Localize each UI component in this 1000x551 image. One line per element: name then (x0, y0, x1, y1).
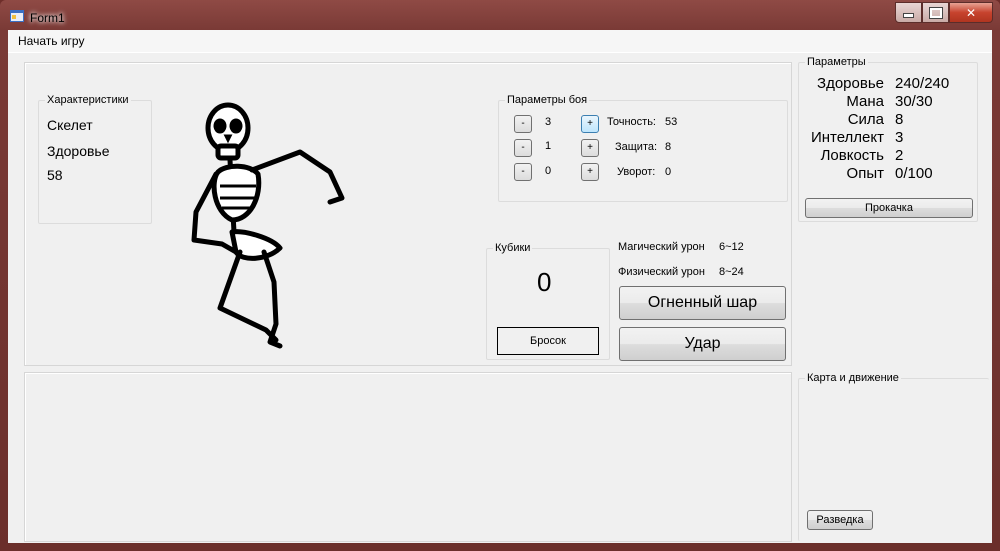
app-window: Form1 ✕ Начать игру Характеристики Скеле… (0, 0, 1000, 551)
parameters-group: Параметры Здоровье 240/240 Мана 30/30 Си… (798, 56, 978, 222)
dice-group: Кубики 0 Бросок (486, 242, 610, 360)
enemy-name: Скелет (47, 117, 93, 133)
strike-button[interactable]: Удар (619, 327, 786, 361)
characteristics-group: Характеристики Скелет Здоровье 58 (38, 94, 152, 224)
defense-label: Защита: (615, 141, 658, 153)
param-agility-label: Ловкость (820, 147, 884, 164)
dodge-points: 0 (545, 165, 552, 177)
roll-button[interactable]: Бросок (497, 327, 599, 355)
defense-value: 8 (665, 141, 672, 153)
window-title: Form1 (30, 11, 65, 25)
dodge-value: 0 (665, 166, 672, 178)
param-mana-value: 30/30 (895, 93, 933, 110)
minimize-button[interactable] (895, 2, 922, 23)
defense-points: 1 (545, 140, 552, 152)
enemy-health-value: 58 (47, 167, 63, 183)
accuracy-points: 3 (545, 116, 552, 128)
param-strength-value: 8 (895, 111, 904, 128)
defense-minus-button[interactable]: - (514, 139, 532, 157)
accuracy-minus-button[interactable]: - (514, 115, 532, 133)
form-client-area: Начать игру Характеристики Скелет Здоров… (8, 30, 992, 543)
title-bar[interactable]: Form1 ✕ (0, 0, 1000, 30)
close-button[interactable]: ✕ (949, 2, 993, 23)
dice-title: Кубики (493, 242, 533, 254)
dodge-plus-button[interactable]: + (581, 163, 599, 181)
magic-damage-value: 6~12 (719, 241, 744, 253)
menu-bar: Начать игру (8, 30, 992, 53)
dice-value: 0 (537, 267, 552, 297)
parameters-title: Параметры (805, 56, 868, 68)
physical-damage-label: Физический урон (618, 266, 705, 278)
minimize-icon (896, 3, 921, 22)
map-group: Карта и движение Разведка (798, 372, 989, 541)
param-health-value: 240/240 (895, 75, 950, 92)
accuracy-plus-button[interactable]: + (581, 115, 599, 133)
physical-damage-value: 8~24 (719, 266, 744, 278)
magic-damage-label: Магический урон (618, 241, 705, 253)
fireball-button[interactable]: Огненный шар (619, 286, 786, 320)
scout-button[interactable]: Разведка (807, 510, 873, 530)
level-up-button[interactable]: Прокачка (805, 198, 973, 218)
battle-params-title: Параметры боя (505, 94, 590, 106)
param-health-label: Здоровье (817, 75, 884, 92)
accuracy-label: Точность: (607, 116, 656, 128)
param-strength-label: Сила (847, 111, 884, 128)
skeleton-image (191, 102, 345, 349)
maximize-icon (923, 3, 948, 22)
app-icon (10, 10, 24, 22)
param-experience-label: Опыт (846, 165, 884, 182)
log-panel (24, 372, 792, 542)
param-experience-value: 0/100 (895, 165, 933, 182)
maximize-button[interactable] (922, 2, 949, 23)
accuracy-value: 53 (665, 116, 678, 128)
map-title: Карта и движение (805, 372, 901, 384)
param-mana-label: Мана (846, 93, 884, 110)
dodge-label: Уворот: (617, 166, 656, 178)
defense-plus-button[interactable]: + (581, 139, 599, 157)
close-icon: ✕ (965, 5, 977, 20)
param-intellect-value: 3 (895, 129, 904, 146)
enemy-health-label: Здоровье (47, 143, 110, 159)
characteristics-title: Характеристики (45, 94, 131, 106)
caption-buttons: ✕ (895, 2, 993, 23)
battle-params-group: Параметры боя - 3 + Точность: 53 - 1 + З… (498, 94, 788, 202)
dodge-minus-button[interactable]: - (514, 163, 532, 181)
menu-start-game[interactable]: Начать игру (18, 34, 84, 48)
param-intellect-label: Интеллект (810, 129, 884, 146)
param-agility-value: 2 (895, 147, 904, 164)
